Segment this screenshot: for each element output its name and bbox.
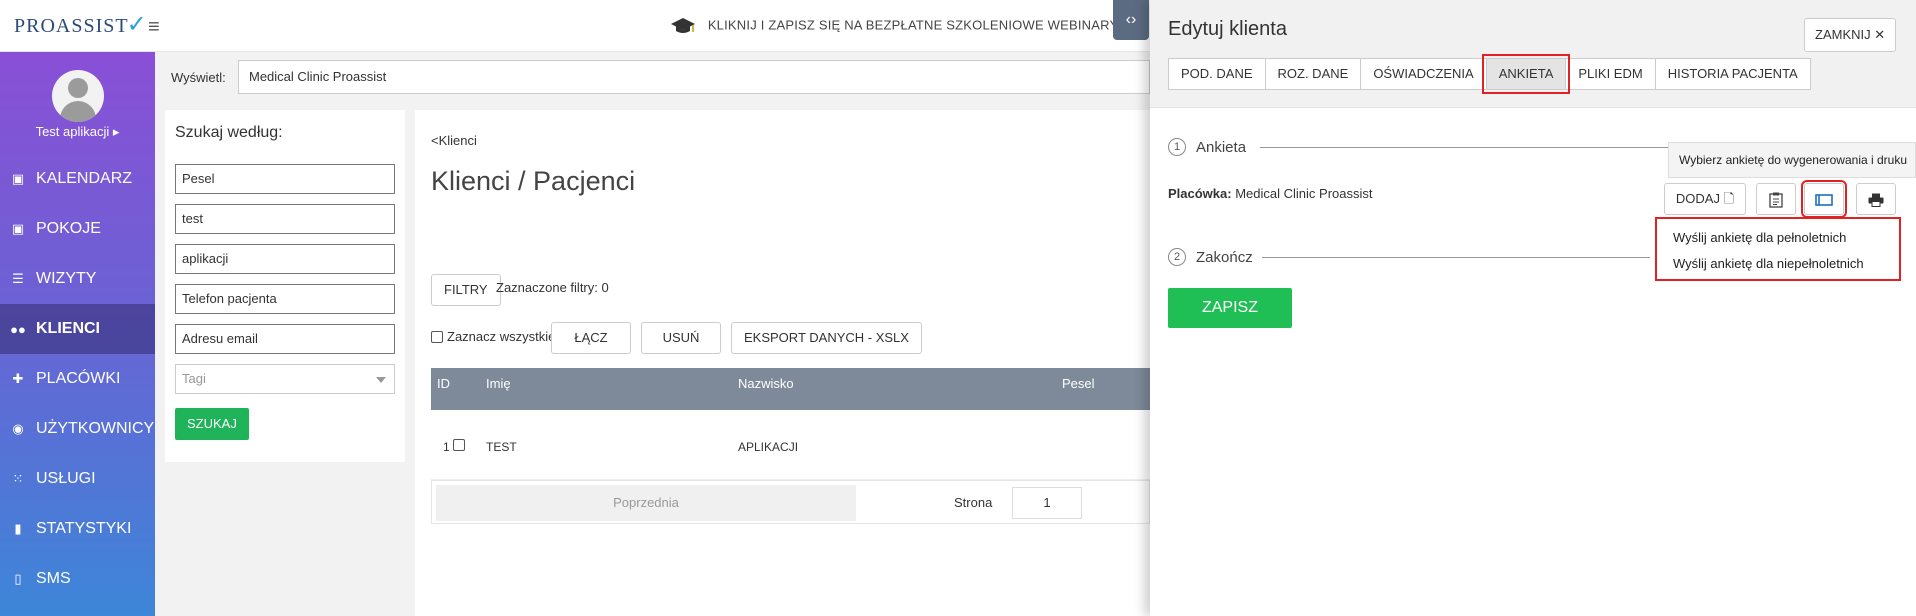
logo[interactable]: PROASSIST✓ — [14, 10, 148, 39]
step-number: 2 — [1168, 248, 1186, 266]
send-survey-button[interactable] — [1801, 180, 1847, 218]
step-number: 1 — [1168, 138, 1186, 156]
add-survey-button[interactable]: DODAJ 🗋 — [1664, 183, 1746, 215]
row-last-name: APLIKACJI — [738, 440, 799, 454]
search-button[interactable]: SZUKAJ — [175, 408, 249, 440]
tab-oswiadczenia[interactable]: OŚWIADCZENIA — [1360, 58, 1487, 90]
col-id[interactable]: ID — [437, 376, 450, 391]
page-label: Strona — [954, 495, 993, 510]
panel-tabs: POD. DANE ROZ. DANE OŚWIADCZENIA ANKIETA… — [1168, 54, 1811, 94]
print-icon — [1868, 193, 1884, 207]
display-label: Wyświetl: — [171, 70, 226, 85]
top-bar: PROASSIST✓ ≡ KLIKNIJ I ZAPISZ SIĘ NA BEZ… — [0, 0, 1150, 52]
row-checkbox[interactable] — [453, 439, 465, 451]
tags-select[interactable]: Tagi — [175, 364, 395, 394]
clinic-info: Placówka: Medical Clinic Proassist — [1168, 186, 1373, 201]
col-pesel[interactable]: Pesel — [1062, 376, 1095, 391]
phone-icon: ▯ — [14, 571, 22, 586]
tooltip: Wybierz ankietę do wygenerowania i druku — [1668, 142, 1916, 178]
tab-pod-dane[interactable]: POD. DANE — [1168, 58, 1266, 90]
sidebar-item-placowki[interactable]: ✚ PLACÓWKI — [0, 354, 155, 404]
avatar[interactable] — [52, 70, 104, 122]
step-ankieta[interactable]: 1 Ankieta — [1168, 138, 1246, 156]
tab-roz-dane[interactable]: ROZ. DANE — [1264, 58, 1362, 90]
row-first-name: TEST — [486, 440, 517, 454]
sidebar-item-kalendarz[interactable]: ▣ KALENDARZ — [0, 154, 155, 204]
first-name-field[interactable]: test — [175, 204, 395, 234]
tab-pliki-edm[interactable]: PLIKI EDM — [1565, 58, 1656, 90]
step-divider — [1260, 147, 1668, 148]
bar-chart-icon: ▮ — [14, 521, 22, 536]
users-icon: ●● — [10, 321, 26, 337]
select-all[interactable]: Zaznacz wszystkie — [431, 329, 555, 344]
close-button[interactable]: ZAMKNIJ ✕ — [1804, 18, 1897, 52]
panel-toggle-button[interactable]: ‹› — [1113, 0, 1149, 40]
main-area: Wyświetl: Medical Clinic Proassist Szuka… — [155, 52, 1150, 616]
filters-info: Zaznaczone filtry: 0 — [496, 280, 609, 295]
print-button[interactable] — [1856, 183, 1896, 215]
tab-historia-pacjenta[interactable]: HISTORIA PACJENTA — [1654, 58, 1811, 90]
filters-button[interactable]: FILTRY — [431, 274, 501, 306]
send-minor-survey-option[interactable]: Wyślij ankietę dla niepełnoletnich — [1673, 251, 1899, 277]
add-user-icon: ✚ — [12, 371, 24, 386]
graduation-cap-icon — [671, 18, 695, 33]
send-survey-dropdown: Wyślij ankietę dla pełnoletnich Wyślij a… — [1655, 217, 1901, 281]
calendar-icon: ▣ — [11, 171, 25, 186]
document-icon: 🗋 — [1723, 191, 1735, 206]
list-icon: ☰ — [12, 271, 24, 286]
display-row: Wyświetl: Medical Clinic Proassist — [155, 52, 1150, 102]
prev-page-button[interactable]: Poprzednia — [436, 485, 856, 521]
clipboard-button[interactable] — [1756, 183, 1796, 215]
merge-button[interactable]: ŁĄCZ — [551, 322, 631, 354]
chevron-down-icon — [376, 377, 386, 383]
page-input[interactable]: 1 — [1012, 487, 1082, 519]
email-field[interactable]: Adresu email — [175, 324, 395, 354]
clients-list-card: <Klienci Klienci / Pacjenci FILTRY Zazna… — [415, 110, 1150, 616]
edit-client-panel: Edytuj klienta ZAMKNIJ ✕ POD. DANE ROZ. … — [1150, 0, 1916, 616]
sidebar-item-statystyki[interactable]: ▮ STATYSTYKI — [0, 504, 155, 554]
panel-title: Edytuj klienta — [1168, 18, 1287, 40]
user-circle-icon: ◉ — [12, 421, 24, 436]
table-header: ID Imię Nazwisko Pesel — [431, 368, 1150, 410]
breadcrumb[interactable]: <Klienci — [431, 133, 477, 148]
col-first-name[interactable]: Imię — [486, 376, 511, 391]
step-zakoncz[interactable]: 2 Zakończ — [1168, 248, 1253, 266]
search-title: Szukaj według: — [175, 124, 283, 141]
panel-header: Edytuj klienta ZAMKNIJ ✕ POD. DANE ROZ. … — [1150, 0, 1916, 108]
sidebar-item-wizyty[interactable]: ☰ WIZYTY — [0, 254, 155, 304]
last-name-field[interactable]: aplikacji — [175, 244, 395, 274]
tablet-icon — [1815, 193, 1833, 206]
sidebar-nav: ▣ KALENDARZ ▣ POKOJE ☰ WIZYTY ●● KLIENCI ✚ PL… — [0, 154, 155, 604]
tab-ankieta[interactable]: ANKIETA — [1481, 54, 1571, 94]
promo-link[interactable]: KLIKNIJ I ZAPISZ SIĘ NA BEZPŁATNE SZKOLE… — [670, 16, 1118, 36]
sidebar: Test aplikacji ▸ ▣ KALENDARZ ▣ POKOJE ☰ WIZ… — [0, 52, 155, 616]
phone-field[interactable]: Telefon pacjenta — [175, 284, 395, 314]
export-button[interactable]: EKSPORT DANYCH - XSLX — [731, 322, 922, 354]
send-adult-survey-option[interactable]: Wyślij ankietę dla pełnoletnich — [1673, 225, 1899, 251]
sidebar-item-sms[interactable]: ▯ SMS — [0, 554, 155, 604]
page-title: Klienci / Pacjenci — [431, 166, 636, 196]
menu-icon[interactable]: ≡ — [148, 16, 160, 39]
select-all-checkbox[interactable] — [431, 330, 443, 343]
save-button[interactable]: ZAPISZ — [1168, 288, 1292, 328]
pagination: Poprzednia Strona 1 — [431, 480, 1150, 524]
user-menu[interactable]: Test aplikacji ▸ — [0, 124, 155, 140]
clipboard-icon — [1769, 192, 1783, 208]
sidebar-item-uzytkownicy[interactable]: ◉ UŻYTKOWNICY — [0, 404, 155, 454]
sidebar-item-uslugi[interactable]: ⁙ USŁUGI — [0, 454, 155, 504]
grid-icon: ⁙ — [12, 471, 24, 486]
col-last-name[interactable]: Nazwisko — [738, 376, 794, 391]
delete-button[interactable]: USUŃ — [641, 322, 721, 354]
calendar-icon: ▣ — [11, 221, 25, 236]
pesel-field[interactable]: Pesel — [175, 164, 395, 194]
check-icon: ✓ — [126, 12, 148, 38]
row-id: 1 — [443, 440, 450, 454]
sidebar-item-pokoje[interactable]: ▣ POKOJE — [0, 204, 155, 254]
clinic-select[interactable]: Medical Clinic Proassist — [238, 60, 1150, 94]
search-card: Szukaj według: Pesel test aplikacji Tele… — [165, 110, 405, 462]
step-divider — [1262, 257, 1650, 258]
sidebar-item-klienci[interactable]: ●● KLIENCI — [0, 304, 155, 354]
table-row[interactable]: 1 TEST APLIKACJI — [431, 410, 1150, 480]
